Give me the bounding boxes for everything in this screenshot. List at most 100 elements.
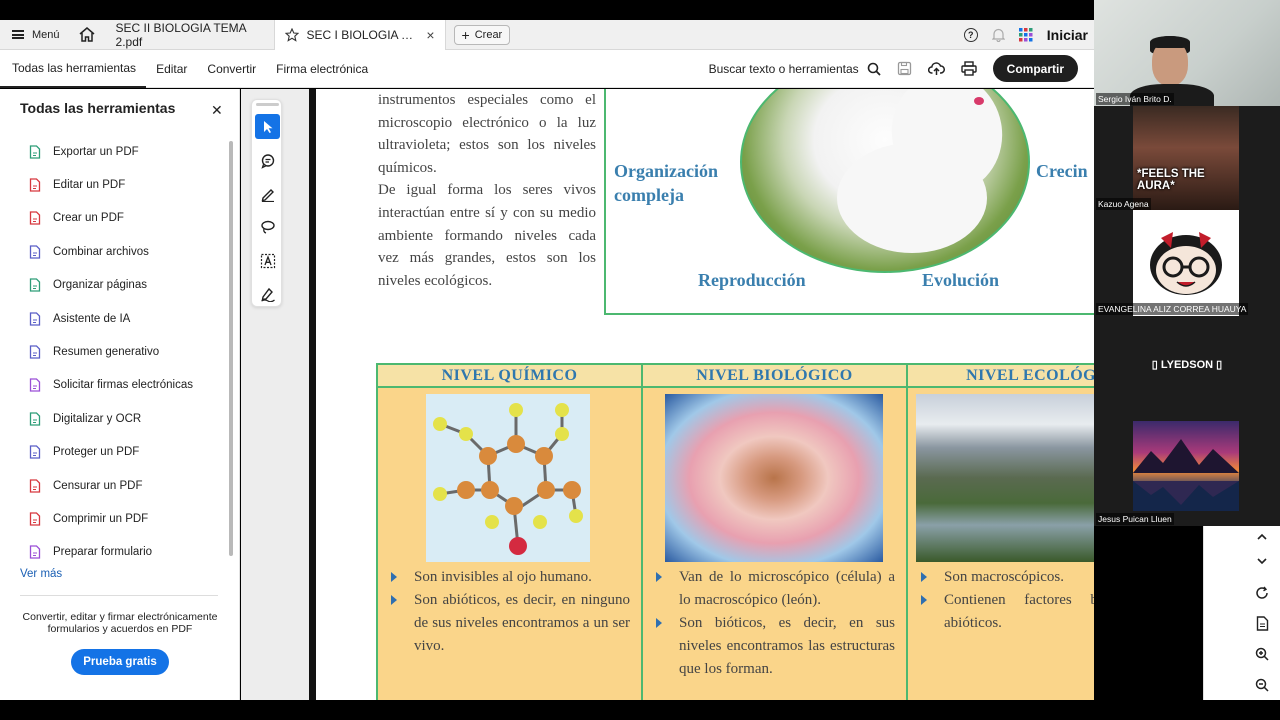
tool-create-pdf[interactable]: Crear un PDF [28,202,193,235]
toolbar-e-signature[interactable]: Firma electrónica [266,50,378,88]
hamburger-icon [12,30,24,39]
tool-redact-pdf[interactable]: Censurar un PDF [28,469,193,502]
tab-label: SEC I BIOLOGIA TE... [306,27,419,42]
help-icon[interactable]: ? [963,27,978,42]
chemical-level-bullets: Son invisibles al ojo humano. Son abióti… [386,566,630,658]
all-tools-panel: Todas las herramientas ✕ Exportar un PDF… [0,89,240,700]
refresh-button[interactable] [1252,583,1272,603]
aura-overlay-text: *FEELS THE AURA* [1137,168,1205,192]
select-tool[interactable] [255,114,280,139]
main-toolbar: Todas las herramientas Editar Convertir … [0,50,1094,88]
create-pdf-icon [28,211,42,226]
participant-tile-sergio[interactable]: Sergio Iván Brito D. [1094,0,1280,114]
apps-grid-icon[interactable] [1018,27,1033,42]
tool-scan-ocr[interactable]: Digitalizar y OCR [28,402,193,435]
star-icon[interactable] [284,27,299,42]
draw-tool[interactable] [255,214,280,239]
protect-pdf-icon [28,445,42,459]
page-thumbnails-button[interactable] [1252,613,1272,633]
close-tab-icon[interactable]: × [426,27,434,43]
lasso-icon [260,220,275,234]
ai-assistant-icon [28,311,42,326]
sign-tool[interactable] [255,281,280,306]
search-tools-button[interactable]: Buscar texto o herramientas [709,62,881,76]
person-hairline [1150,36,1190,48]
scroll-up-button[interactable] [1252,526,1272,546]
sign-in-button[interactable]: Iniciar [1047,27,1088,43]
tool-label: Censurar un PDF [53,479,143,492]
screen: Menú SEC II BIOLOGIA TEMA 2.pdf SEC I BI… [0,0,1280,720]
tool-label: Proteger un PDF [53,446,140,459]
molecule-image [426,394,590,562]
bullet-item: Son bióticos, es decir, en sus niveles e… [651,612,895,681]
home-button[interactable] [72,20,102,50]
share-button[interactable]: Compartir [992,55,1078,82]
chevron-down-icon [1257,557,1267,564]
biological-level-column: Van de lo microscópico (célula) a lo mac… [643,388,908,700]
highlight-tool[interactable] [255,181,280,206]
scroll-down-button[interactable] [1252,551,1272,571]
zoom-in-button[interactable] [1252,644,1272,664]
compress-pdf-icon [28,512,42,526]
participant-tile-evangelina[interactable] [1133,210,1239,316]
text-tool[interactable] [255,248,280,273]
plus-icon: + [461,26,470,43]
tab-bar-actions: ? Iniciar [963,27,1094,43]
ecological-level-bullets: Son macroscópicos. Contienen factores bi… [916,566,1094,635]
prepare-form-icon [28,545,42,560]
zoom-in-icon [1255,647,1269,661]
pdf-page: instrumentos especiales como el microsco… [309,89,1094,700]
generative-summary-icon [28,345,42,359]
close-panel-icon[interactable]: ✕ [211,102,223,119]
bell-icon[interactable] [991,28,1005,42]
create-button[interactable]: + Crear [453,24,511,45]
landscape-image [916,394,1094,562]
free-trial-button[interactable]: Prueba gratis [71,649,169,675]
tools-bar-handle [256,103,279,106]
document-viewer[interactable]: instrumentos especiales como el microsco… [241,89,1094,700]
save-icon[interactable] [897,61,912,76]
tool-export-pdf[interactable]: Exportar un PDF [28,135,193,168]
tool-prepare-form[interactable]: Preparar formulario [28,536,193,569]
toolbar-actions: Buscar texto o herramientas Compartir [709,55,1094,82]
tool-request-signature[interactable]: Solicitar firmas electrónicas [28,369,193,402]
participant-tile-jesus[interactable] [1133,421,1239,511]
cloud-upload-icon[interactable] [927,61,945,76]
tool-label: Comprimir un PDF [53,512,149,525]
label-evolution: Evolución [922,270,1000,290]
bullet-item: Son abióticos, es decir, en ninguno de s… [386,589,630,658]
tool-organize-pages[interactable]: Organizar páginas [28,269,193,302]
participant-tile-lyedson[interactable]: ▯ LYEDSON ▯ [1094,358,1280,371]
menu-button[interactable]: Menú [0,20,72,50]
paragraph-ecological-levels: De igual forma los seres vivos interactú… [378,182,596,289]
tool-generative-summary[interactable]: Resumen generativo [28,335,193,368]
tool-label: Preparar formulario [53,546,153,559]
participant-name: EVANGELINA ALIZ CORREA HUAUYA [1096,303,1249,315]
bullet-item: Van de lo microscópico (célula) a lo mac… [651,566,895,612]
tab-sec-i-biologia[interactable]: SEC I BIOLOGIA TE... × [273,19,446,50]
participant-tile-kazuo[interactable]: *FEELS THE AURA* [1133,106,1239,210]
print-icon[interactable] [960,61,977,76]
edit-pdf-icon [28,178,42,192]
levels-table: NIVEL QUÍMICO NIVEL BIOLÓGICO NIVEL ECOL… [376,363,1094,700]
toolbar-edit[interactable]: Editar [146,50,197,88]
comment-tool[interactable] [255,148,280,173]
tab-sec-ii-biologia[interactable]: SEC II BIOLOGIA TEMA 2.pdf [102,20,274,50]
search-tools-label: Buscar texto o herramientas [708,61,859,76]
tool-combine-files[interactable]: Combinar archivos [28,235,193,268]
pen-icon [261,188,274,202]
label-growth: Crecin [1036,161,1088,181]
zoom-out-button[interactable] [1252,675,1272,695]
bullet-item: Son macroscópicos. [916,566,1094,589]
tool-compress-pdf[interactable]: Comprimir un PDF [28,502,193,535]
see-more-link[interactable]: Ver más [20,568,62,580]
toolbar-all-tools[interactable]: Todas las herramientas [0,50,147,88]
toolbar-convert[interactable]: Convertir [197,50,266,88]
mountain-lake-image [1133,439,1239,511]
request-signature-icon [28,378,42,393]
tool-protect-pdf[interactable]: Proteger un PDF [28,436,193,469]
tool-ai-assistant[interactable]: Asistente de IA [28,302,193,335]
comment-icon [260,153,274,169]
panel-scrollbar[interactable] [229,141,233,556]
tool-edit-pdf[interactable]: Editar un PDF [28,168,193,201]
